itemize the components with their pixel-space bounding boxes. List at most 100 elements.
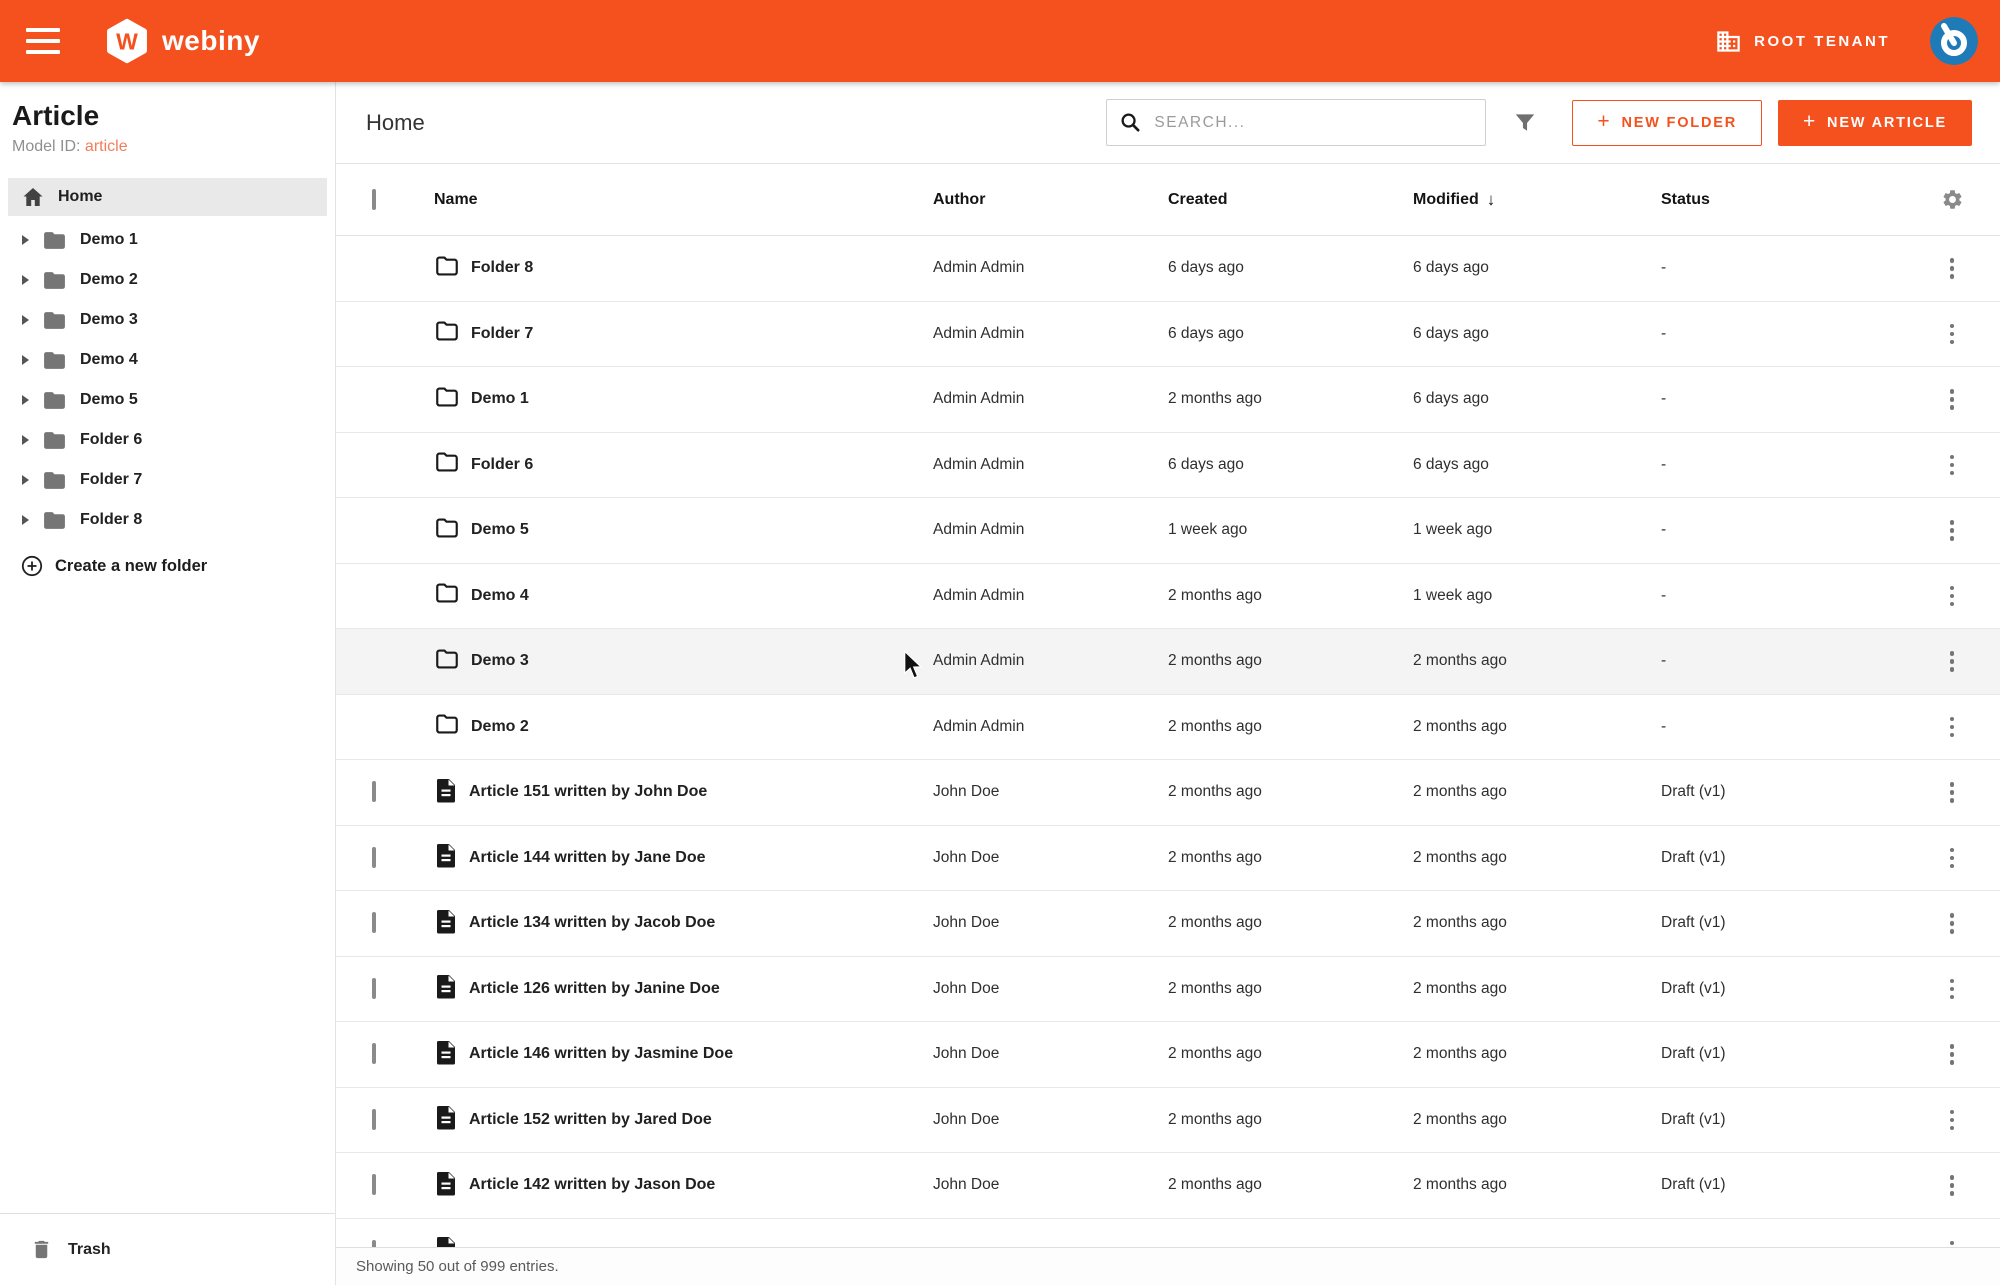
webiny-hexagon-icon: W [104,18,150,64]
chevron-right-icon[interactable] [22,315,29,325]
row-name: Folder 7 [471,325,533,343]
row-author: John Doe [933,980,1168,998]
building-icon [1715,28,1742,55]
column-header-modified[interactable]: Modified ↓ [1413,190,1661,210]
row-checkbox[interactable] [372,781,376,802]
table-row[interactable]: Article 152 written by Jared Doe John Do… [336,1088,2000,1154]
hamburger-menu-icon[interactable] [26,28,60,54]
table-row[interactable]: Demo 4 Admin Admin 2 months ago 1 week a… [336,564,2000,630]
table-row[interactable]: Article 126 written by Janine Doe John D… [336,957,2000,1023]
folder-icon [42,228,67,253]
row-checkbox[interactable] [372,912,376,933]
trash-button[interactable]: Trash [0,1213,335,1285]
table-row[interactable]: Article 144 written by Jane Doe John Doe… [336,826,2000,892]
row-checkbox[interactable] [372,1043,376,1064]
table-footer: Showing 50 out of 999 entries. [336,1247,2000,1285]
row-actions-menu-button[interactable] [1946,320,1959,349]
folder-tree-label: Demo 4 [80,351,138,369]
folder-tree-item[interactable]: Demo 5 [0,380,335,420]
table-row[interactable]: Folder 7 Admin Admin 6 days ago 6 days a… [336,302,2000,368]
chevron-right-icon[interactable] [22,515,29,525]
search-input[interactable] [1154,114,1473,132]
row-created: 2 months ago [1168,980,1413,998]
chevron-right-icon[interactable] [22,435,29,445]
row-actions-menu-button[interactable] [1946,844,1959,873]
column-header-status[interactable]: Status [1661,191,1920,209]
row-name: Article 146 written by Jasmine Doe [469,1045,733,1063]
row-status: Draft (v1) [1661,1176,1920,1194]
folder-tree-label: Demo 1 [80,231,138,249]
user-avatar[interactable] [1930,17,1978,65]
folder-tree-item[interactable]: Demo 4 [0,340,335,380]
folder-tree-label: Folder 6 [80,431,142,449]
table-row[interactable]: Article 134 written by Jacob Doe John Do… [336,891,2000,957]
row-author: John Doe [933,1111,1168,1129]
chevron-right-icon[interactable] [22,235,29,245]
column-header-created[interactable]: Created [1168,191,1413,209]
row-actions-menu-button[interactable] [1946,713,1959,742]
table-row[interactable]: Demo 3 Admin Admin 2 months ago 2 months… [336,629,2000,695]
tenant-selector[interactable]: ROOT TENANT [1715,28,1890,55]
row-actions-menu-button[interactable] [1946,582,1959,611]
folder-tree-item[interactable]: Demo 2 [0,260,335,300]
folder-icon [42,508,67,533]
brand-wordmark: webiny [162,25,260,57]
row-checkbox[interactable] [372,1109,376,1130]
row-actions-menu-button[interactable] [1946,385,1959,414]
sidebar-item-home[interactable]: Home [8,178,327,216]
folder-tree-item[interactable]: Folder 7 [0,460,335,500]
row-actions-menu-button[interactable] [1946,909,1959,938]
folder-tree-item[interactable]: Folder 6 [0,420,335,460]
column-header-author[interactable]: Author [933,191,1168,209]
row-actions-menu-button[interactable] [1946,451,1959,480]
table-row[interactable]: Folder 8 Admin Admin 6 days ago 6 days a… [336,236,2000,302]
create-folder-button[interactable]: Create a new folder [0,544,335,588]
row-modified: 2 months ago [1413,980,1661,998]
table-row[interactable]: Article 151 written by John Doe John Doe… [336,760,2000,826]
table-row[interactable]: Demo 2 Admin Admin 2 months ago 2 months… [336,695,2000,761]
row-actions-menu-button[interactable] [1946,254,1959,283]
model-id-label: Model ID: [12,138,80,155]
table-row[interactable]: Demo 1 Admin Admin 2 months ago 6 days a… [336,367,2000,433]
row-modified: 2 months ago [1413,1045,1661,1063]
row-created: 2 months ago [1168,652,1413,670]
row-actions-menu-button[interactable] [1946,647,1959,676]
folder-tree-item[interactable]: Demo 3 [0,300,335,340]
row-name: Folder 8 [471,259,533,277]
row-actions-menu-button[interactable] [1946,778,1959,807]
trash-icon [30,1238,53,1261]
table-row[interactable]: Demo 5 Admin Admin 1 week ago 1 week ago… [336,498,2000,564]
row-status: Draft (v1) [1661,849,1920,867]
toolbar: Home + NEW FOLDER + NEW ARTICLE [336,82,2000,164]
table-row[interactable]: Folder 6 Admin Admin 6 days ago 6 days a… [336,433,2000,499]
row-author: John Doe [933,849,1168,867]
row-actions-menu-button[interactable] [1946,1171,1959,1200]
row-checkbox[interactable] [372,978,376,999]
sidebar: Article Model ID: article Home Demo 1 [0,82,336,1285]
row-actions-menu-button[interactable] [1946,516,1959,545]
row-checkbox[interactable] [372,847,376,868]
folder-tree-item[interactable]: Folder 8 [0,500,335,540]
row-actions-menu-button[interactable] [1946,1106,1959,1135]
new-folder-button[interactable]: + NEW FOLDER [1572,100,1762,146]
row-modified: 2 months ago [1413,914,1661,932]
row-actions-menu-button[interactable] [1946,1040,1959,1069]
row-status: - [1661,587,1920,605]
row-name: Article 144 written by Jane Doe [469,849,706,867]
chevron-right-icon[interactable] [22,475,29,485]
chevron-right-icon[interactable] [22,275,29,285]
chevron-right-icon[interactable] [22,355,29,365]
table-settings-button[interactable] [1941,188,1964,211]
row-created: 2 months ago [1168,914,1413,932]
filter-button[interactable] [1502,100,1548,146]
table-row[interactable]: Article 146 written by Jasmine Doe John … [336,1022,2000,1088]
table-row[interactable]: Article 142 written by Jason Doe John Do… [336,1153,2000,1219]
webiny-logo: W webiny [104,18,260,64]
row-actions-menu-button[interactable] [1946,975,1959,1004]
column-header-name[interactable]: Name [434,191,933,209]
chevron-right-icon[interactable] [22,395,29,405]
row-checkbox[interactable] [372,1174,376,1195]
folder-tree-item[interactable]: Demo 1 [0,220,335,260]
select-all-checkbox[interactable] [372,189,376,210]
new-article-button[interactable]: + NEW ARTICLE [1778,100,1972,146]
